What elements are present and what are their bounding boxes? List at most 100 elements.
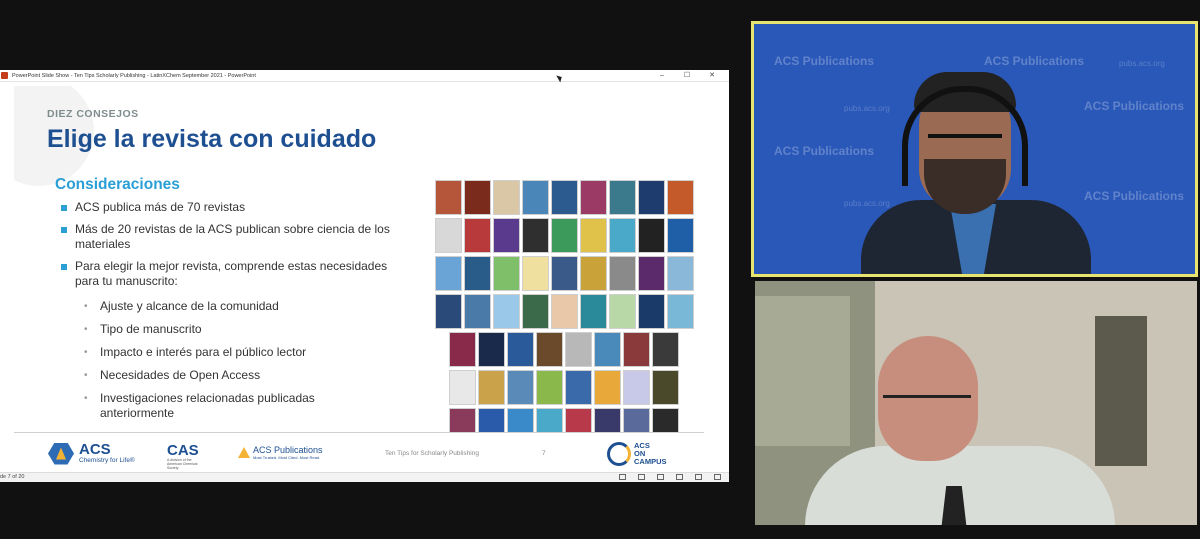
journal-cover [550, 180, 578, 215]
journal-cover-row [429, 370, 699, 405]
journal-cover [463, 180, 491, 215]
slide-eyebrow: DIEZ CONSEJOS [47, 108, 139, 120]
powerpoint-statusbar: de 7 of 20 [0, 472, 729, 482]
journal-cover [550, 256, 578, 291]
powerpoint-titlebar[interactable]: PowerPoint Slide Show - Ten Tips Scholar… [0, 70, 729, 82]
journal-cover [579, 294, 607, 329]
journal-cover-row [429, 256, 699, 291]
sub-bullet-item: Investigaciones relacionadas publicadas … [84, 391, 384, 421]
cas-tagline: A division of the American Chemical Soci… [167, 458, 198, 470]
sub-bullet-item: Tipo de manuscrito [84, 322, 384, 337]
footer-presentation-title: Ten Tips for Scholarly Publishing [385, 450, 479, 457]
participant-video[interactable] [755, 281, 1197, 525]
journal-cover [550, 294, 578, 329]
journal-cover [521, 256, 549, 291]
minimize-button[interactable]: – [650, 71, 674, 81]
journal-cover [507, 332, 534, 367]
journal-cover [666, 180, 694, 215]
journal-cover [652, 370, 679, 405]
slide-sorter-icon[interactable] [676, 474, 683, 480]
room-window [755, 296, 850, 446]
sub-bullet-item: Impacto e interés para el público lector [84, 345, 384, 360]
journal-cover [608, 218, 636, 253]
journal-cover [623, 332, 650, 367]
notes-icon[interactable] [638, 474, 645, 480]
bullet-item: Para elegir la mejor revista, comprende … [59, 259, 399, 289]
backdrop-watermark-url: pubs.acs.org [844, 199, 890, 208]
journal-cover-row [429, 294, 699, 329]
journal-cover [608, 256, 636, 291]
maximize-button[interactable]: ☐ [675, 71, 699, 81]
journal-cover [579, 256, 607, 291]
reading-view-icon[interactable] [695, 474, 702, 480]
journal-cover [434, 180, 462, 215]
journal-cover [521, 294, 549, 329]
window-title: PowerPoint Slide Show - Ten Tips Scholar… [12, 72, 256, 79]
slide-footer: ACS Chemistry for Life® CAS A division o… [14, 432, 704, 471]
journal-cover [478, 332, 505, 367]
normal-view-icon[interactable] [657, 474, 664, 480]
close-button[interactable]: ✕ [700, 71, 724, 81]
cas-logo: CAS A division of the American Chemical … [167, 443, 207, 470]
bullet-list: ACS publica más de 70 revistas Más de 20… [59, 200, 399, 296]
journal-cover [579, 218, 607, 253]
slide-subheading: Consideraciones [55, 176, 180, 193]
journal-cover [507, 370, 534, 405]
slide-heading: Elige la revista con cuidado [47, 125, 377, 153]
backdrop-watermark: ACS Publications [1084, 189, 1185, 203]
participant-video-active-speaker[interactable]: ACS Publications ACS Publications ACS Pu… [751, 21, 1198, 277]
journal-cover [449, 370, 476, 405]
journal-cover [536, 370, 563, 405]
journal-cover [434, 294, 462, 329]
journal-cover [666, 218, 694, 253]
journal-cover [521, 218, 549, 253]
journal-cover [637, 294, 665, 329]
journal-cover [492, 294, 520, 329]
backdrop-watermark: ACS Publications [774, 144, 875, 158]
acs-publications-text: ACS Publications [253, 445, 323, 455]
backdrop-watermark: ACS Publications [774, 54, 875, 68]
shared-powerpoint-window[interactable]: PowerPoint Slide Show - Ten Tips Scholar… [0, 70, 729, 482]
acs-publications-icon [238, 447, 250, 458]
participant-glasses [883, 395, 971, 413]
journal-cover [492, 180, 520, 215]
journal-cover [608, 294, 636, 329]
journal-cover [666, 256, 694, 291]
slide-page-number: 7 [542, 450, 546, 457]
journal-cover-row [429, 218, 699, 253]
acs-publications-logo: ACS Publications Most Trusted. Most Cite… [238, 445, 323, 460]
journal-cover [666, 294, 694, 329]
backdrop-watermark-url: pubs.acs.org [844, 104, 890, 113]
journal-cover [463, 294, 491, 329]
acs-publications-tagline: Most Trusted. Most Cited. Most Read. [253, 455, 321, 460]
slideshow-icon[interactable] [714, 474, 721, 480]
journal-cover [652, 332, 679, 367]
previous-slide-icon[interactable] [619, 474, 626, 480]
acs-logo: ACS Chemistry for Life® [48, 442, 135, 465]
bullet-item: Más de 20 revistas de la ACS publican so… [59, 222, 399, 252]
journal-cover [463, 256, 491, 291]
journal-cover [434, 256, 462, 291]
journal-cover [478, 370, 505, 405]
journal-cover [623, 370, 650, 405]
meeting-screen: PowerPoint Slide Show - Ten Tips Scholar… [0, 0, 1200, 539]
journal-cover [550, 218, 578, 253]
sub-bullet-list: Ajuste y alcance de la comunidad Tipo de… [84, 299, 384, 429]
journal-cover [449, 332, 476, 367]
backdrop-watermark-url: pubs.acs.org [1119, 59, 1165, 68]
journal-cover-row [429, 180, 699, 215]
journal-cover [521, 180, 549, 215]
acs-logo-text: ACS [79, 441, 111, 458]
sub-bullet-item: Ajuste y alcance de la comunidad [84, 299, 384, 314]
journal-cover [594, 370, 621, 405]
journal-cover [463, 218, 491, 253]
journal-cover [565, 370, 592, 405]
journal-cover [594, 332, 621, 367]
sub-bullet-item: Necesidades de Open Access [84, 368, 384, 383]
wall-frame [1095, 316, 1147, 466]
cas-logo-text: CAS [167, 442, 199, 459]
bullet-item: ACS publica más de 70 revistas [59, 200, 399, 215]
journal-cover [434, 218, 462, 253]
journal-cover [637, 180, 665, 215]
slide-counter: de 7 of 20 [0, 474, 25, 480]
